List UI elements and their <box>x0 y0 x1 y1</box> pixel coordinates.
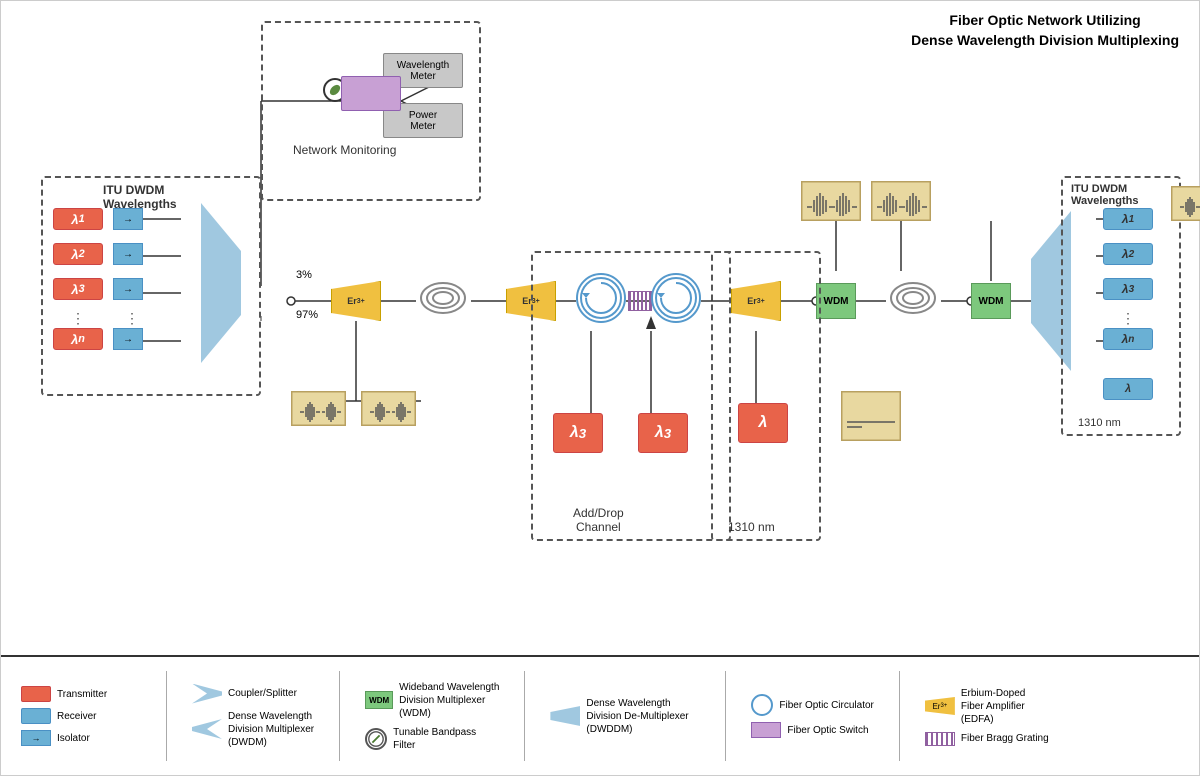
legend-coupler-label: Coupler/Splitter <box>228 688 297 699</box>
legend-bragg-icon <box>925 732 955 746</box>
isolator-2: → <box>113 243 143 265</box>
legend-circulator-label: Fiber Optic Circulator <box>779 699 873 712</box>
wdm-1: WDM <box>816 283 856 319</box>
filter-bottom-right <box>841 391 901 441</box>
legend-filter-label: Tunable BandpassFilter <box>393 726 476 752</box>
dispersion-filter-1 <box>291 391 346 426</box>
edfa-1: Er3+ <box>331 281 381 321</box>
legend-edfa-label: Erbium-DopedFiber Amplifier(EDFA) <box>961 687 1025 726</box>
legend-dwddm: Dense WavelengthDivision De-Multiplexer(… <box>550 697 700 736</box>
legend-sep-4 <box>725 671 726 761</box>
transmitter-n: λn <box>53 328 103 350</box>
legend-bragg-label: Fiber Bragg Grating <box>961 732 1049 745</box>
receiver-3: λ3 <box>1103 278 1153 300</box>
receiver-1310: λ <box>1103 378 1153 400</box>
title-line1: Fiber Optic Network Utilizing <box>911 11 1179 31</box>
add-drop-label: Add/DropChannel <box>573 506 624 534</box>
title-line2: Dense Wavelength Division Multiplexing <box>911 31 1179 51</box>
legend-wdm-label: Wideband WavelengthDivision Multiplexer(… <box>399 681 499 720</box>
diagram-area: Fiber Optic Network Utilizing Dense Wave… <box>1 1 1199 655</box>
legend-isolator: → Isolator <box>21 730 141 746</box>
legend-fiber-switch-label: Fiber Optic Switch <box>787 724 868 737</box>
legend-coupler: Coupler/Splitter <box>192 684 314 704</box>
receiver-1: λ1 <box>1103 208 1153 230</box>
legend-fiber-switch: Fiber Optic Switch <box>751 722 873 738</box>
right-itu-box: ITU DWDMWavelengths λ1 λ2 λ3 ⋮ λn λ 1310… <box>1061 176 1181 436</box>
legend-isolator-icon: → <box>21 730 51 746</box>
three-percent-label: 3% <box>296 269 312 281</box>
legend-dwddm-icon <box>550 706 580 726</box>
isolator-3: → <box>113 278 143 300</box>
ninety-seven-percent-label: 97% <box>296 309 318 321</box>
legend-filter-icon <box>365 728 387 750</box>
legend-transmitter: Transmitter <box>21 686 141 702</box>
legend-col-3: WDM Wideband WavelengthDivision Multiple… <box>365 681 499 752</box>
network-monitoring-label: Network Monitoring <box>293 143 396 157</box>
right-itu-label: ITU DWDMWavelengths <box>1071 183 1138 207</box>
legend-receiver-label: Receiver <box>57 711 96 722</box>
legend-dwdm: Dense WavelengthDivision Multiplexer(DWD… <box>192 710 314 749</box>
legend-isolator-label: Isolator <box>57 733 90 744</box>
isolator-1: → <box>113 208 143 230</box>
legend-fiber-switch-icon <box>751 722 781 738</box>
legend-wdm: WDM Wideband WavelengthDivision Multiple… <box>365 681 499 720</box>
add-drop-lambda3-add: λ3 <box>638 413 688 453</box>
legend-bragg: Fiber Bragg Grating <box>925 732 1049 746</box>
fiber-optic-switch-main <box>341 76 401 111</box>
wdm-filter-1 <box>1171 186 1200 221</box>
legend-area: Transmitter Receiver → Isolator Coupler/… <box>1 655 1199 775</box>
legend-dwddm-label: Dense WavelengthDivision De-Multiplexer(… <box>586 697 688 736</box>
legend-col-2: Coupler/Splitter Dense WavelengthDivisio… <box>192 684 314 749</box>
fiber-coil-2 <box>886 271 941 326</box>
isolator-n: → <box>113 328 143 350</box>
legend-sep-5 <box>899 671 900 761</box>
legend-circulator: Fiber Optic Circulator <box>751 694 873 716</box>
transmitter-2: λ2 <box>53 243 103 265</box>
legend-edfa: Er3+ Erbium-DopedFiber Amplifier(EDFA) <box>925 687 1049 726</box>
transmitter-3: λ3 <box>53 278 103 300</box>
right-1310-label: 1310 nm <box>1078 417 1121 429</box>
legend-col-1: Transmitter Receiver → Isolator <box>21 686 141 746</box>
legend-dwdm-label: Dense WavelengthDivision Multiplexer(DWD… <box>228 710 314 749</box>
lambda-1310-left: λ <box>738 403 788 443</box>
transmitter-1: λ1 <box>53 208 103 230</box>
left-itu-box: ITU DWDMWavelengths λ1 λ2 λ3 ⋮ λn → → → … <box>41 176 261 396</box>
dispersion-filter-2 <box>361 391 416 426</box>
main-container: Fiber Optic Network Utilizing Dense Wave… <box>0 0 1200 776</box>
wdm-2: WDM <box>971 283 1011 319</box>
left-dwdm-mux <box>201 203 241 363</box>
add-drop-lambda3-drop: λ3 <box>553 413 603 453</box>
legend-receiver-icon <box>21 708 51 724</box>
legend-sep-2 <box>339 671 340 761</box>
1310-left-label: 1310 nm <box>728 520 775 534</box>
left-itu-label: ITU DWDMWavelengths <box>103 183 177 211</box>
network-monitoring-box: Network Monitoring WavelengthMeter Power… <box>261 21 481 201</box>
legend-filter: Tunable BandpassFilter <box>365 726 499 752</box>
legend-edfa-icon: Er3+ <box>925 697 955 715</box>
legend-col-5: Fiber Optic Circulator Fiber Optic Switc… <box>751 694 873 738</box>
legend-transmitter-label: Transmitter <box>57 689 107 700</box>
legend-dwdm-icon <box>192 719 222 739</box>
legend-receiver: Receiver <box>21 708 141 724</box>
receiver-n: λn <box>1103 328 1153 350</box>
1310-left-box: λ 1310 nm <box>711 251 821 541</box>
legend-col-4: Dense WavelengthDivision De-Multiplexer(… <box>550 697 700 736</box>
legend-sep-1 <box>166 671 167 761</box>
legend-col-6: Er3+ Erbium-DopedFiber Amplifier(EDFA) F… <box>925 687 1049 746</box>
pump-filter-right <box>871 181 931 221</box>
diagram-title: Fiber Optic Network Utilizing Dense Wave… <box>911 11 1179 50</box>
receiver-2: λ2 <box>1103 243 1153 265</box>
pump-filter-left <box>801 181 861 221</box>
legend-wdm-icon: WDM <box>365 691 393 709</box>
legend-circulator-icon <box>751 694 773 716</box>
legend-transmitter-icon <box>21 686 51 702</box>
fiber-coil-1 <box>416 271 471 326</box>
legend-sep-3 <box>524 671 525 761</box>
legend-coupler-icon <box>192 684 222 704</box>
add-drop-box: λ3 λ3 Add/DropChannel <box>531 251 731 541</box>
